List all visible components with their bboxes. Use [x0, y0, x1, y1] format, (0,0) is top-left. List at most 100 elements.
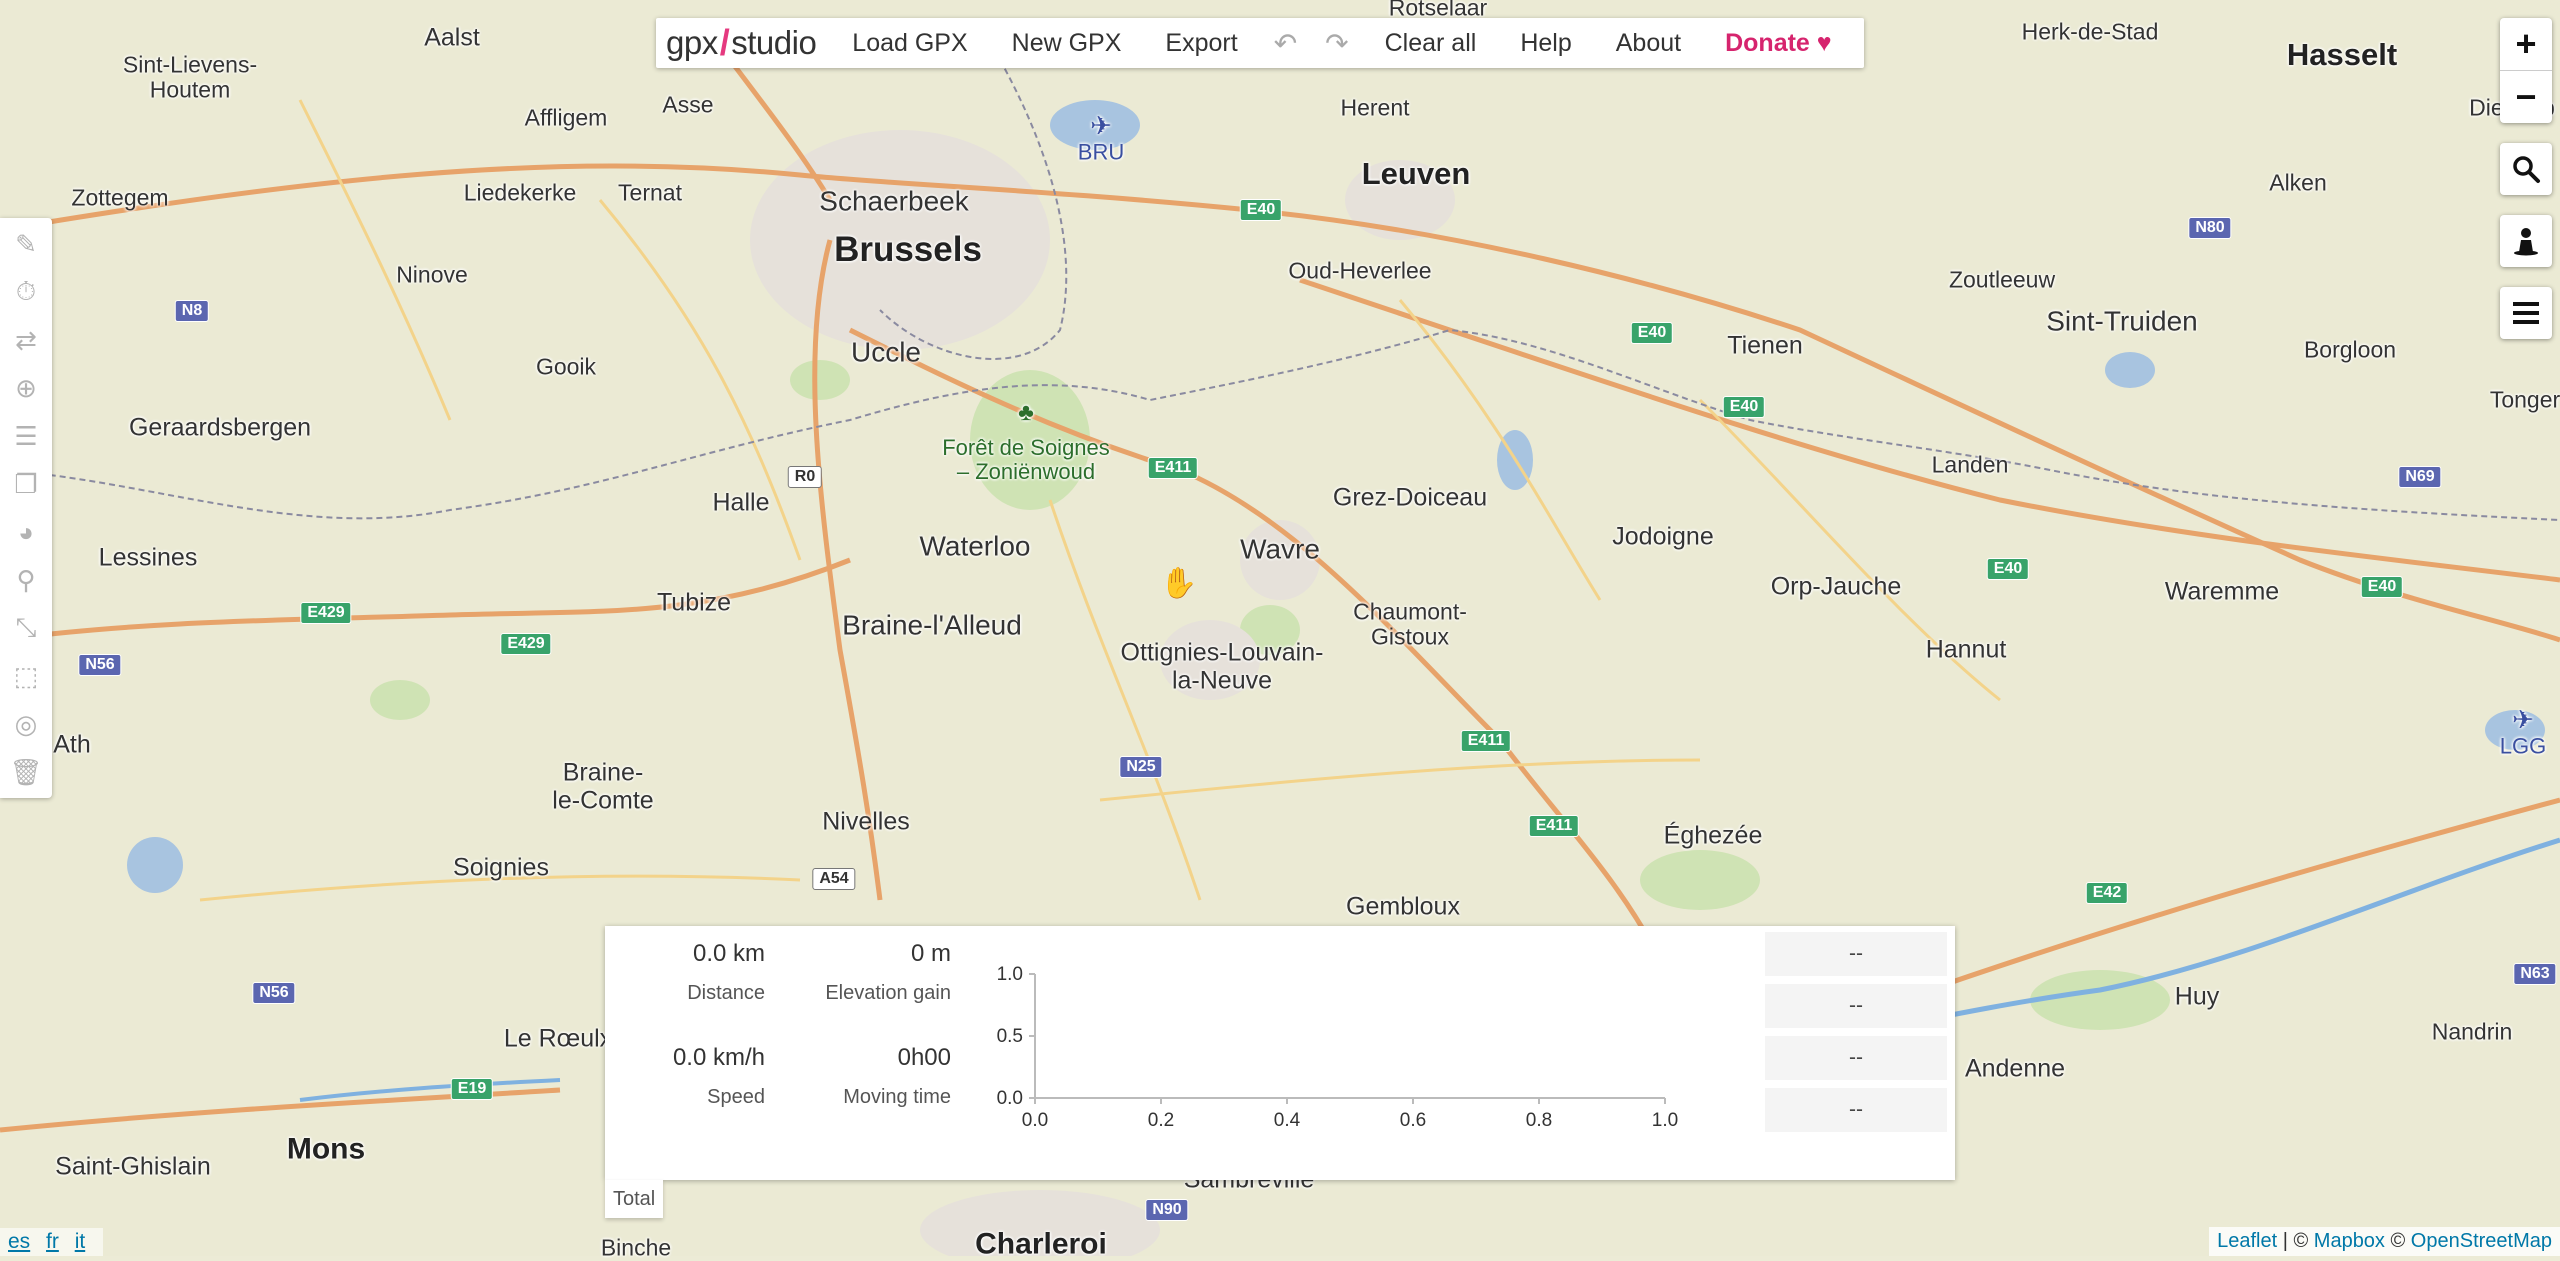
trash-icon[interactable]: 🗑	[0, 748, 52, 796]
lang-link-es[interactable]: es	[8, 1230, 30, 1253]
new-gpx-button[interactable]: New GPX	[990, 29, 1144, 58]
clear-all-button[interactable]: Clear all	[1363, 29, 1499, 58]
pin-icon[interactable]: ⚲	[0, 556, 52, 604]
road-shield: E411	[1528, 815, 1580, 837]
place-oud-heverlee: Oud-Heverlee	[1288, 257, 1432, 284]
total-tab[interactable]: Total	[605, 1180, 664, 1218]
help-button[interactable]: Help	[1498, 29, 1593, 58]
place-liedekerke: Liedekerke	[463, 179, 577, 206]
place-hannut: Hannut	[1925, 635, 2007, 664]
about-button[interactable]: About	[1594, 29, 1703, 58]
place-jodoigne: Jodoigne	[1612, 522, 1714, 551]
place-lessines: Lessines	[98, 543, 198, 572]
road-shield: N8	[174, 300, 210, 322]
chart-x-tick-label: 0.4	[1274, 1110, 1301, 1131]
search-icon[interactable]	[2500, 143, 2552, 195]
openstreetmap-link[interactable]: OpenStreetMap	[2411, 1230, 2552, 1252]
moving-time-value: 0h00	[897, 1044, 951, 1071]
compress-icon[interactable]: ⤡	[0, 604, 52, 652]
place-andenne: Andenne	[1964, 1054, 2066, 1083]
road-shield: N25	[1119, 756, 1163, 778]
place-ternat: Ternat	[618, 179, 682, 206]
place-braine-le-comte: Braine- le-Comte	[552, 758, 654, 814]
chart-x-tick-label: 0.6	[1400, 1110, 1426, 1131]
place-sint-lievens-houtem: Sint-Lievens- Houtem	[122, 51, 258, 103]
place-waterloo: Waterloo	[919, 530, 1031, 562]
place-waremme: Waremme	[2164, 577, 2280, 606]
place-mons: Mons	[286, 1132, 366, 1166]
stopwatch-icon[interactable]: ⏱	[0, 268, 52, 316]
speed-stat: 0.0 km/h Speed	[605, 1044, 765, 1109]
airport-lgg: ✈ LGG	[2500, 705, 2546, 759]
lang-link-fr[interactable]: fr	[46, 1230, 59, 1253]
eye-slash-icon[interactable]: ◎	[0, 700, 52, 748]
place-binche: Binche	[600, 1234, 672, 1261]
chart-x-tick-label: 0.0	[1022, 1110, 1048, 1131]
reverse-icon[interactable]: ⇄	[0, 316, 52, 364]
airplane-icon: ✈	[1090, 110, 1112, 141]
place-hasselt: Hasselt	[2286, 36, 2398, 72]
heart-icon: ♥	[1816, 28, 1832, 57]
place-wavre: Wavre	[1240, 533, 1320, 565]
distance-value: 0.0 km	[692, 940, 765, 967]
crop-icon[interactable]: ⬚	[0, 652, 52, 700]
layers-icon[interactable]	[2500, 287, 2552, 339]
road-shield: N56	[252, 982, 296, 1004]
load-gpx-button[interactable]: Load GPX	[830, 29, 989, 58]
elevation-panel: 0.0 km Distance 0 m Elevation gain 0.0 k…	[605, 926, 1955, 1180]
chart-y-tick-label: 1.0	[997, 964, 1023, 985]
logo-text-gpx: gpx	[666, 24, 718, 61]
leaflet-link[interactable]: Leaflet	[2217, 1230, 2277, 1252]
place-ninove: Ninove	[396, 261, 468, 288]
road-shield: E19	[450, 1078, 494, 1100]
attrib-sep: | ©	[2277, 1230, 2314, 1252]
speed-label: Speed	[707, 1086, 765, 1108]
elevation-chart[interactable]: 0.0 0.2 0.4 0.6 0.8 1.0 0.0 0.5 1.0	[975, 936, 1735, 1156]
palette-icon[interactable]: ◕	[0, 508, 52, 556]
place-borgloon: Borgloon	[2303, 336, 2397, 363]
zoom-control: + −	[2500, 18, 2552, 123]
place-herk-de-stad: Herk-de-Stad	[2021, 18, 2159, 45]
redo-icon[interactable]: ↷	[1311, 27, 1362, 60]
list-icon[interactable]: ☰	[0, 412, 52, 460]
elevation-gain-label: Elevation gain	[825, 982, 951, 1004]
chart-x-tick-label: 0.2	[1148, 1110, 1174, 1131]
place-tubize: Tubize	[656, 588, 732, 617]
elevation-stat: 0 m Elevation gain	[785, 940, 951, 1005]
lang-link-it[interactable]: it	[75, 1230, 86, 1253]
zoom-out-button[interactable]: −	[2500, 70, 2552, 123]
add-circle-icon[interactable]: ⊕	[0, 364, 52, 412]
person-icon[interactable]	[2500, 215, 2552, 267]
zoom-in-button[interactable]: +	[2500, 18, 2552, 70]
road-shield: E411	[1460, 730, 1512, 752]
gpx-studio-logo[interactable]: gpx / studio	[666, 22, 817, 64]
attrib-sep: ©	[2384, 1230, 2411, 1252]
place-nandrin: Nandrin	[2431, 1018, 2513, 1045]
side-info-cell: --	[1765, 932, 1947, 976]
place-landen: Landen	[1931, 451, 2009, 478]
place-le-roeulx: Le Rœulx	[503, 1024, 613, 1053]
donate-button[interactable]: Donate ♥	[1703, 29, 1854, 58]
place-zoutleeuw: Zoutleeuw	[1948, 266, 2056, 293]
logo-slash-icon: /	[719, 22, 730, 63]
road-shield: E42	[2085, 882, 2129, 904]
airport-bru-label: BRU	[1077, 139, 1125, 165]
place-tongeren: Tonger	[2489, 386, 2560, 413]
side-info-cell: --	[1765, 1036, 1947, 1080]
place-foret-de-soignes: Forêt de Soignes – Zoniënwoud	[942, 434, 1110, 484]
road-shield: N56	[78, 654, 122, 676]
export-button[interactable]: Export	[1143, 29, 1259, 58]
mapbox-link[interactable]: Mapbox	[2314, 1230, 2385, 1252]
copy-icon[interactable]: ❐	[0, 460, 52, 508]
place-leuven: Leuven	[1361, 155, 1471, 191]
top-menu-bar: gpx / studio Load GPX New GPX Export ↶ ↷…	[656, 18, 1864, 68]
pencil-icon[interactable]: ✎	[0, 220, 52, 268]
undo-icon[interactable]: ↶	[1260, 27, 1311, 60]
place-braine-l-alleud: Braine-l'Alleud	[842, 609, 1022, 641]
road-shield: N69	[2398, 466, 2442, 488]
search-control	[2500, 143, 2552, 195]
road-shield: E40	[1630, 322, 1674, 344]
road-shield: E40	[1986, 558, 2030, 580]
place-halle: Halle	[712, 488, 770, 517]
place-alken: Alken	[2269, 169, 2327, 196]
